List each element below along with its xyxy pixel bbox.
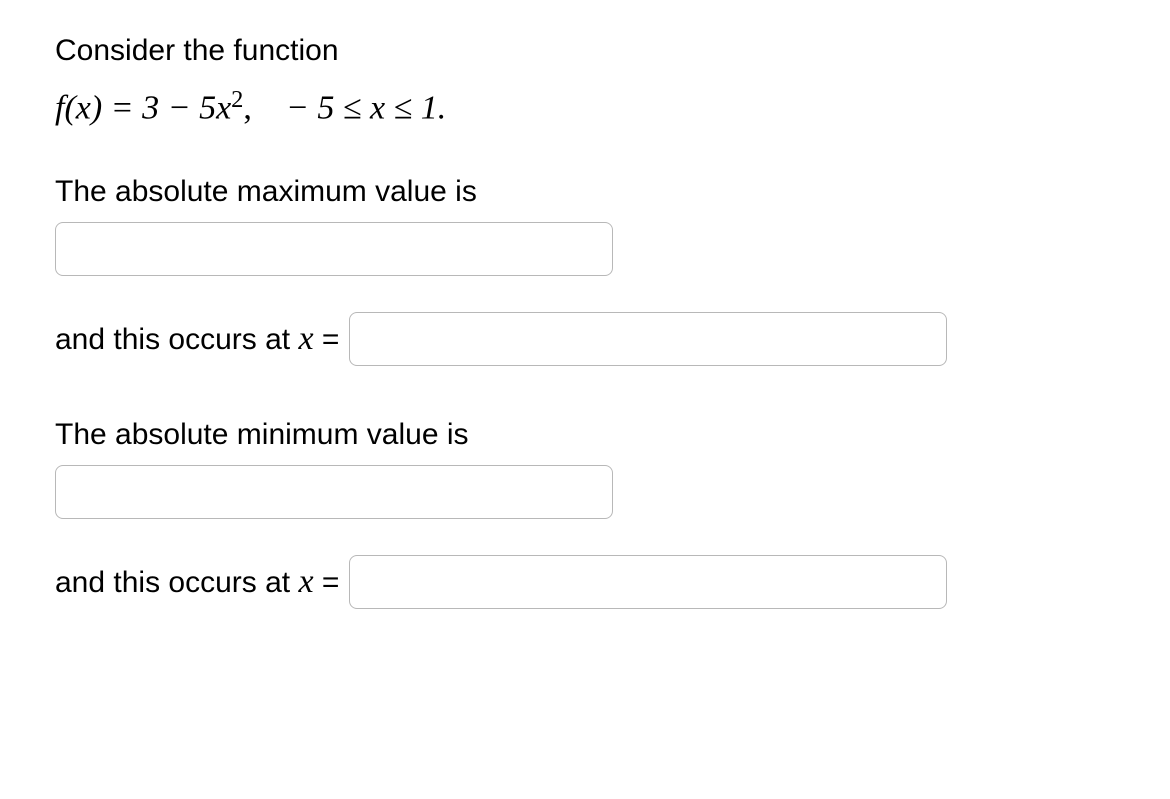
min-prompt: The absolute minimum value is	[55, 412, 1115, 457]
question-container: Consider the function f(x) = 3 − 5x2, − …	[0, 0, 1170, 649]
occurs-prefix: and this occurs at	[55, 323, 298, 356]
max-value-input[interactable]	[55, 222, 613, 276]
max-occurs-row: and this occurs at x =	[55, 312, 1115, 366]
occurs-at-label-2: and this occurs at x =	[55, 563, 339, 601]
function-comma: ,	[243, 89, 252, 126]
equals-sign: =	[314, 323, 340, 356]
function-exponent: 2	[231, 86, 243, 113]
function-definition: f(x) = 3 − 5x2, − 5 ≤ x ≤ 1.	[55, 81, 1115, 133]
function-left: f(x) = 3 − 5x	[55, 89, 231, 126]
min-x-input[interactable]	[349, 555, 947, 609]
max-prompt: The absolute maximum value is	[55, 169, 1115, 214]
occurs-at-label: and this occurs at x =	[55, 320, 339, 358]
min-value-input[interactable]	[55, 465, 613, 519]
intro-text: Consider the function	[55, 28, 1115, 73]
occurs-var-2: x	[298, 563, 313, 600]
min-occurs-row: and this occurs at x =	[55, 555, 1115, 609]
equals-sign-2: =	[314, 566, 340, 599]
occurs-prefix-2: and this occurs at	[55, 566, 298, 599]
domain-constraint: − 5 ≤ x ≤ 1.	[277, 89, 446, 126]
max-x-input[interactable]	[349, 312, 947, 366]
occurs-var: x	[298, 320, 313, 357]
